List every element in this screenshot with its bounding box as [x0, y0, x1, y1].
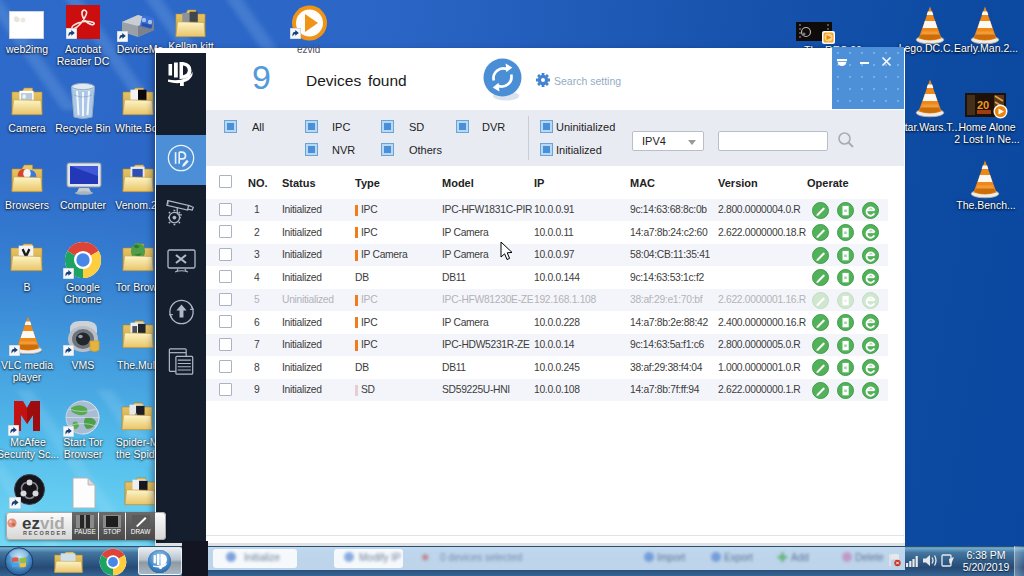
svg-text:20: 20	[977, 99, 989, 111]
